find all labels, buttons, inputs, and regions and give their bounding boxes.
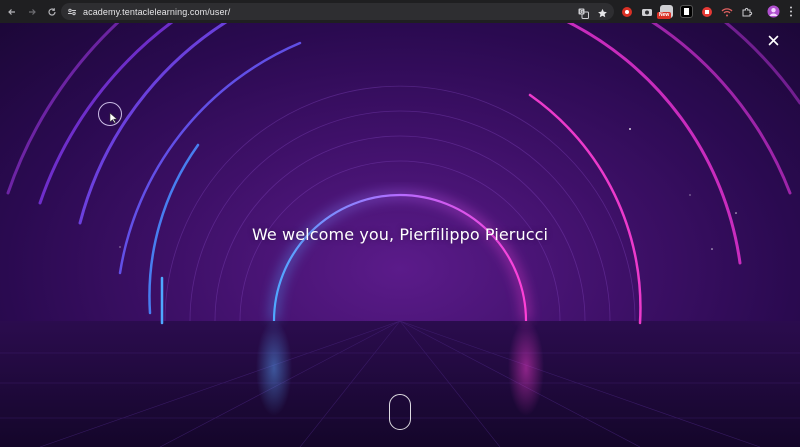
extensions-puzzle-icon[interactable]	[740, 5, 753, 18]
bookmark-star-icon[interactable]	[597, 4, 608, 23]
translate-icon[interactable]: G	[578, 4, 589, 23]
site-info-icon[interactable]	[65, 5, 79, 19]
extension-dark-icon[interactable]	[680, 5, 693, 18]
extension-red-drop-icon[interactable]	[620, 5, 633, 18]
extension-wifi-icon[interactable]	[720, 5, 733, 18]
address-bar[interactable]: academy.tentaclelearning.com/user/ G	[61, 3, 614, 20]
extension-camera-icon[interactable]	[640, 5, 653, 18]
welcome-background: We welcome you, Pierfilippo Pierucci	[0, 23, 800, 447]
extension-record-icon[interactable]	[700, 5, 713, 18]
scroll-indicator-icon[interactable]	[389, 394, 411, 430]
extension-new-icon[interactable]: New	[657, 5, 673, 19]
new-badge: New	[657, 12, 672, 19]
profile-avatar[interactable]	[767, 5, 780, 18]
browser-toolbar: academy.tentaclelearning.com/user/ G New	[0, 0, 800, 23]
extensions-bar: New	[620, 3, 795, 20]
forward-icon[interactable]	[23, 3, 41, 21]
welcome-message: We welcome you, Pierfilippo Pierucci	[251, 225, 549, 244]
close-icon[interactable]	[768, 35, 786, 53]
reload-icon[interactable]	[43, 3, 61, 21]
url-text[interactable]: academy.tentaclelearning.com/user/	[83, 7, 230, 17]
svg-text:G: G	[580, 10, 584, 16]
mouse-cursor-highlight	[98, 102, 122, 126]
kebab-menu-icon[interactable]	[787, 5, 795, 18]
back-icon[interactable]	[3, 3, 21, 21]
